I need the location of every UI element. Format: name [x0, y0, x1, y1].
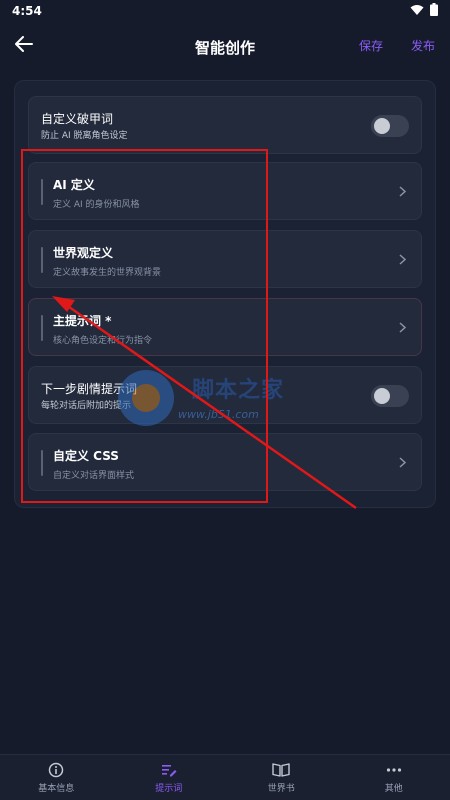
wifi-icon — [410, 4, 424, 19]
status-time: 4:54 — [12, 4, 42, 18]
chevron-right-icon — [395, 183, 409, 199]
anti-break-subtitle: 防止 AI 脱离角色设定 — [41, 131, 128, 141]
status-bar: 4:54 — [0, 0, 450, 22]
anti-break-title: 自定义破甲词 — [41, 112, 114, 126]
tab-prompts[interactable]: 提示词 — [113, 755, 226, 800]
next-step-toggle[interactable] — [371, 385, 409, 407]
info-icon — [47, 761, 65, 779]
tab-label: 基本信息 — [38, 784, 75, 794]
tab-label: 提示词 — [155, 784, 183, 794]
anti-break-toggle[interactable] — [371, 115, 409, 137]
back-arrow-icon — [15, 36, 33, 56]
status-icons — [410, 3, 438, 19]
book-icon — [272, 761, 290, 779]
publish-button[interactable]: 发布 — [411, 37, 435, 54]
bottom-tab-bar: 基本信息 提示词 世界书 其他 — [0, 754, 450, 800]
battery-icon — [430, 3, 438, 19]
tab-other[interactable]: 其他 — [338, 755, 450, 800]
chevron-right-icon — [395, 251, 409, 267]
edit-list-icon — [160, 761, 178, 779]
chevron-right-icon — [395, 454, 409, 470]
annotation-highlight-box — [21, 149, 268, 503]
tab-basic-info[interactable]: 基本信息 — [0, 755, 113, 800]
toggle-knob — [374, 388, 390, 404]
chevron-right-icon — [395, 319, 409, 335]
tab-label: 其他 — [384, 784, 403, 794]
back-button[interactable] — [12, 34, 36, 58]
top-nav-bar: 智能创作 保存 发布 — [0, 26, 450, 66]
tab-label: 世界书 — [267, 784, 295, 794]
toggle-knob — [374, 118, 390, 134]
more-icon — [385, 761, 403, 779]
anti-break-card: 自定义破甲词 防止 AI 脱离角色设定 — [28, 96, 422, 154]
tab-world-book[interactable]: 世界书 — [225, 755, 338, 800]
save-button[interactable]: 保存 — [359, 37, 383, 54]
